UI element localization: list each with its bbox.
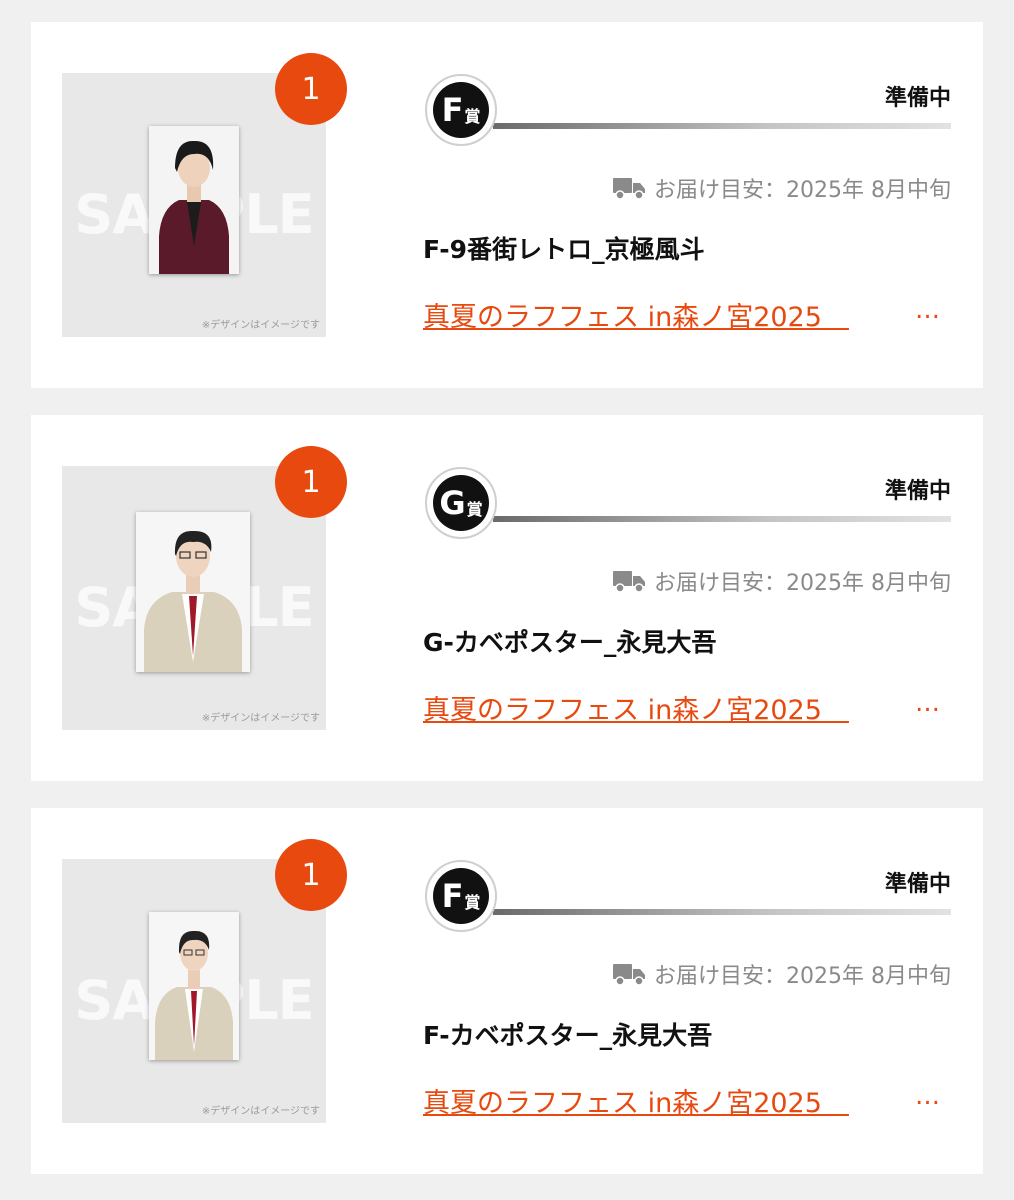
ellipsis: …	[915, 1081, 940, 1110]
item-title: F-カベポスター_永見大吾	[423, 1021, 713, 1050]
order-item-card[interactable]: SAMPLE ※デザインはイメージです 1 F賞 準備中	[31, 808, 983, 1174]
delivery-estimate: お届け目安：2025年 8月中旬	[612, 958, 951, 990]
status-label: 準備中	[884, 86, 951, 111]
truck-icon	[613, 178, 646, 200]
prize-letter: F	[441, 91, 464, 129]
disclaimer-text: ※デザインはイメージです	[201, 713, 320, 724]
event-link[interactable]: 真夏のラフフェス in森ノ宮2025	[423, 295, 913, 334]
order-item-card[interactable]: SAMPLE ※デザインはイメージです 1 F賞 準備中 お届け目安：2025年	[31, 22, 983, 388]
status-label: 準備中	[884, 872, 951, 897]
prize-rank-badge: F賞	[425, 74, 497, 146]
quantity-badge: 1	[275, 446, 347, 518]
disclaimer-text: ※デザインはイメージです	[201, 320, 320, 331]
divider-line	[493, 123, 951, 129]
prize-rank-badge: G賞	[425, 467, 497, 539]
quantity-badge: 1	[275, 839, 347, 911]
truck-icon	[613, 571, 646, 593]
delivery-text: お届け目安：2025年 8月中旬	[654, 571, 951, 596]
quantity-badge: 1	[275, 53, 347, 125]
divider-line	[493, 909, 951, 915]
delivery-text: お届け目安：2025年 8月中旬	[654, 178, 951, 203]
prize-suffix: 賞	[464, 107, 481, 126]
prize-suffix: 賞	[466, 500, 483, 519]
prize-rank-badge: F賞	[425, 860, 497, 932]
product-photo	[136, 512, 250, 672]
order-item-card[interactable]: SAMPLE ※デザインはイメージです 1 G賞 準備中	[31, 415, 983, 781]
prize-suffix: 賞	[464, 893, 481, 912]
status-label: 準備中	[884, 479, 951, 504]
event-link[interactable]: 真夏のラフフェス in森ノ宮2025	[423, 1081, 913, 1120]
delivery-text: お届け目安：2025年 8月中旬	[654, 964, 951, 989]
disclaimer-text: ※デザインはイメージです	[201, 1106, 320, 1117]
event-link[interactable]: 真夏のラフフェス in森ノ宮2025	[423, 688, 913, 727]
truck-icon	[613, 964, 646, 986]
item-title: G-カベポスター_永見大吾	[423, 628, 717, 657]
ellipsis: …	[915, 295, 940, 324]
delivery-estimate: お届け目安：2025年 8月中旬	[612, 172, 951, 204]
prize-letter: G	[439, 484, 466, 522]
product-photo	[149, 912, 239, 1060]
prize-letter: F	[441, 877, 464, 915]
item-title: F-9番街レトロ_京極風斗	[423, 235, 705, 264]
product-photo	[149, 126, 239, 274]
divider-line	[493, 516, 951, 522]
ellipsis: …	[915, 688, 940, 717]
delivery-estimate: お届け目安：2025年 8月中旬	[612, 565, 951, 597]
